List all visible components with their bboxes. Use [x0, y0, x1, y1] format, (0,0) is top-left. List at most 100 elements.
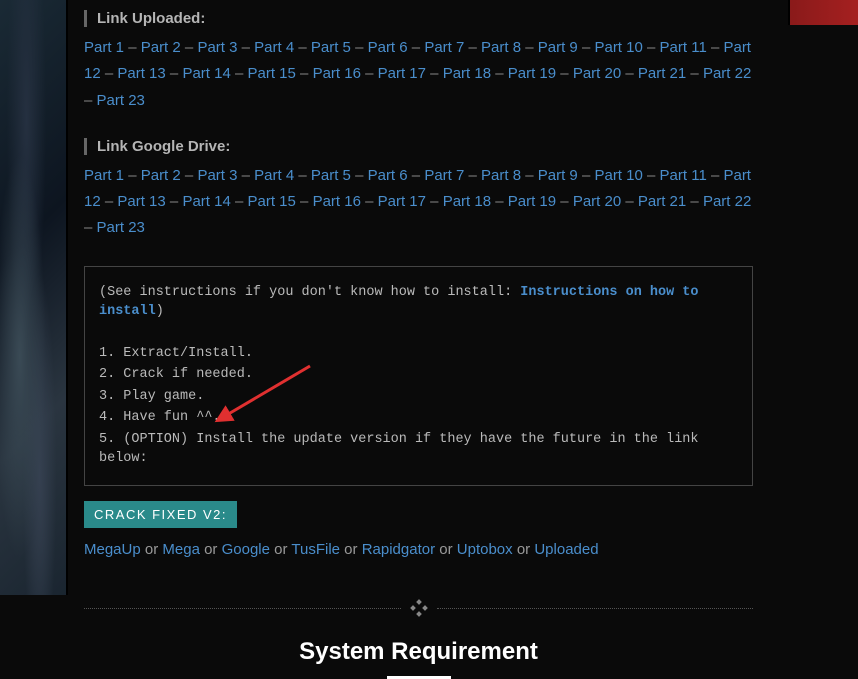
- part-link[interactable]: Part 9: [538, 39, 578, 56]
- part-link[interactable]: Part 5: [311, 167, 351, 184]
- part-separator: –: [294, 167, 311, 184]
- part-link[interactable]: Part 8: [481, 39, 521, 56]
- part-separator: –: [464, 39, 481, 56]
- divider-line-left: [84, 608, 401, 609]
- part-link[interactable]: Part 20: [573, 193, 621, 210]
- part-link[interactable]: Part 16: [313, 65, 361, 82]
- part-link[interactable]: Part 10: [594, 39, 642, 56]
- part-separator: –: [294, 39, 311, 56]
- part-separator: –: [578, 39, 595, 56]
- part-link[interactable]: Part 18: [443, 65, 491, 82]
- part-separator: –: [166, 65, 183, 82]
- instructions-suffix: ): [156, 304, 164, 319]
- part-separator: –: [166, 193, 183, 210]
- mirror-link[interactable]: Google: [222, 541, 270, 558]
- part-link[interactable]: Part 15: [248, 65, 296, 82]
- part-link[interactable]: Part 2: [141, 39, 181, 56]
- part-link[interactable]: Part 1: [84, 39, 124, 56]
- part-separator: –: [237, 167, 254, 184]
- part-link[interactable]: Part 3: [197, 167, 237, 184]
- part-link[interactable]: Part 11: [660, 167, 707, 184]
- part-separator: –: [707, 39, 724, 56]
- part-separator: –: [556, 65, 573, 82]
- crack-fixed-button[interactable]: CRACK FIXED V2:: [84, 501, 237, 528]
- part-link[interactable]: Part 6: [368, 39, 408, 56]
- part-link[interactable]: Part 18: [443, 193, 491, 210]
- part-link[interactable]: Part 15: [248, 193, 296, 210]
- part-link[interactable]: Part 4: [254, 167, 294, 184]
- part-link[interactable]: Part 21: [638, 65, 686, 82]
- part-link[interactable]: Part 19: [508, 193, 556, 210]
- mirror-link[interactable]: Uptobox: [457, 541, 513, 558]
- background-left-art: [0, 0, 68, 595]
- part-separator: –: [686, 65, 703, 82]
- part-link[interactable]: Part 13: [117, 193, 165, 210]
- part-link[interactable]: Part 14: [182, 193, 230, 210]
- part-separator: –: [621, 65, 638, 82]
- part-separator: –: [408, 167, 425, 184]
- part-link[interactable]: Part 22: [703, 193, 751, 210]
- part-link[interactable]: Part 23: [97, 219, 145, 236]
- instruction-step: 5. (OPTION) Install the update version i…: [99, 430, 738, 469]
- part-separator: –: [296, 193, 313, 210]
- mirror-link[interactable]: Rapidgator: [362, 541, 435, 558]
- part-link[interactable]: Part 11: [660, 39, 707, 56]
- part-separator: –: [361, 193, 378, 210]
- part-link[interactable]: Part 20: [573, 65, 621, 82]
- part-link[interactable]: Part 8: [481, 167, 521, 184]
- part-link[interactable]: Part 10: [594, 167, 642, 184]
- part-separator: –: [556, 193, 573, 210]
- part-link[interactable]: Part 23: [97, 92, 145, 109]
- instruction-step: 1. Extract/Install.: [99, 344, 738, 364]
- mirror-separator: or: [435, 541, 457, 558]
- part-separator: –: [578, 167, 595, 184]
- part-separator: –: [643, 167, 660, 184]
- part-separator: –: [181, 39, 198, 56]
- part-link[interactable]: Part 19: [508, 65, 556, 82]
- background-right-art: [788, 0, 858, 25]
- mirror-link[interactable]: Mega: [162, 541, 200, 558]
- part-link[interactable]: Part 9: [538, 167, 578, 184]
- mirror-separator: or: [270, 541, 291, 558]
- part-link[interactable]: Part 22: [703, 65, 751, 82]
- part-separator: –: [426, 65, 443, 82]
- part-link[interactable]: Part 6: [368, 167, 408, 184]
- mirror-link[interactable]: Uploaded: [534, 541, 598, 558]
- instructions-intro: (See instructions if you don't know how …: [99, 283, 738, 322]
- divider-line-right: [437, 608, 754, 609]
- instructions-box: (See instructions if you don't know how …: [84, 266, 753, 487]
- part-link[interactable]: Part 5: [311, 39, 351, 56]
- instruction-step: 4. Have fun ^^.: [99, 408, 738, 428]
- part-link[interactable]: Part 17: [378, 65, 426, 82]
- mirror-link[interactable]: MegaUp: [84, 541, 141, 558]
- uploaded-parts-list: Part 1 – Part 2 – Part 3 – Part 4 – Part…: [84, 35, 753, 114]
- mirror-separator: or: [200, 541, 222, 558]
- part-link[interactable]: Part 3: [197, 39, 237, 56]
- part-link[interactable]: Part 16: [313, 193, 361, 210]
- gdrive-label: Link Google Drive:: [84, 138, 753, 155]
- part-separator: –: [351, 39, 368, 56]
- part-link[interactable]: Part 21: [638, 193, 686, 210]
- part-link[interactable]: Part 4: [254, 39, 294, 56]
- part-link[interactable]: Part 1: [84, 167, 124, 184]
- part-link[interactable]: Part 7: [424, 167, 464, 184]
- part-separator: –: [231, 193, 248, 210]
- part-separator: –: [124, 39, 141, 56]
- divider-dots-icon: [411, 600, 427, 616]
- part-link[interactable]: Part 7: [424, 39, 464, 56]
- part-separator: –: [643, 39, 660, 56]
- part-separator: –: [181, 167, 198, 184]
- mirror-separator: or: [141, 541, 163, 558]
- part-separator: –: [491, 193, 508, 210]
- uploaded-label: Link Uploaded:: [84, 10, 753, 27]
- part-link[interactable]: Part 2: [141, 167, 181, 184]
- part-separator: –: [621, 193, 638, 210]
- part-link[interactable]: Part 17: [378, 193, 426, 210]
- instruction-step: 2. Crack if needed.: [99, 365, 738, 385]
- part-link[interactable]: Part 14: [182, 65, 230, 82]
- part-separator: –: [101, 65, 118, 82]
- mirror-link[interactable]: TusFile: [291, 541, 340, 558]
- mirror-separator: or: [340, 541, 362, 558]
- mirror-links: MegaUp or Mega or Google or TusFile or R…: [84, 541, 753, 558]
- part-link[interactable]: Part 13: [117, 65, 165, 82]
